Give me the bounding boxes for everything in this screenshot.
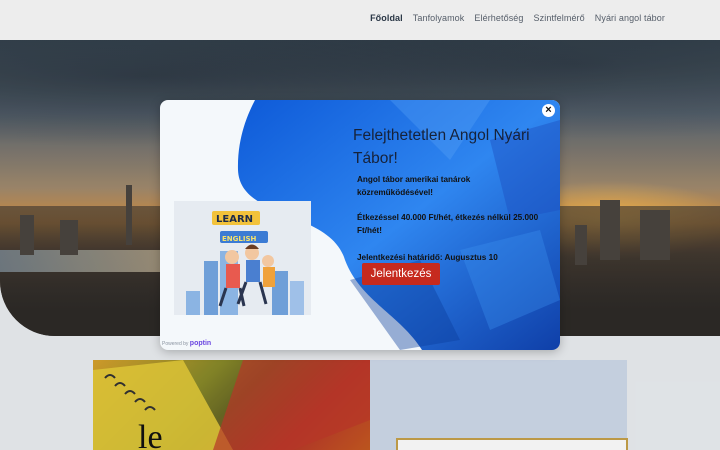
image-word-bottom: ENGLISH (222, 235, 256, 243)
poptin-logo: poptin (189, 340, 212, 347)
learn-english-image: LEARN ENGLISH (174, 201, 311, 315)
image-word-top: LEARN (216, 214, 253, 225)
popup-teachers-text: Angol tábor amerikai tanárok közreműködé… (357, 175, 471, 197)
popup-price-text: Étkezéssel 40.000 Ft/hét, étkezés nélkül… (357, 213, 539, 235)
learn-english-illustration: LEARN ENGLISH (174, 201, 311, 315)
summer-camp-popup: × Felejthetetlen Angol Nyári Tábor! Ango… (160, 100, 560, 350)
apply-button[interactable]: Jelentkezés (362, 263, 440, 285)
popup-title: Felejthetetlen Angol Nyári Tábor! (353, 127, 530, 167)
close-icon[interactable]: × (542, 104, 555, 117)
powered-by-label[interactable]: Powered by poptin (162, 340, 211, 347)
powered-prefix: Powered by (162, 341, 189, 347)
